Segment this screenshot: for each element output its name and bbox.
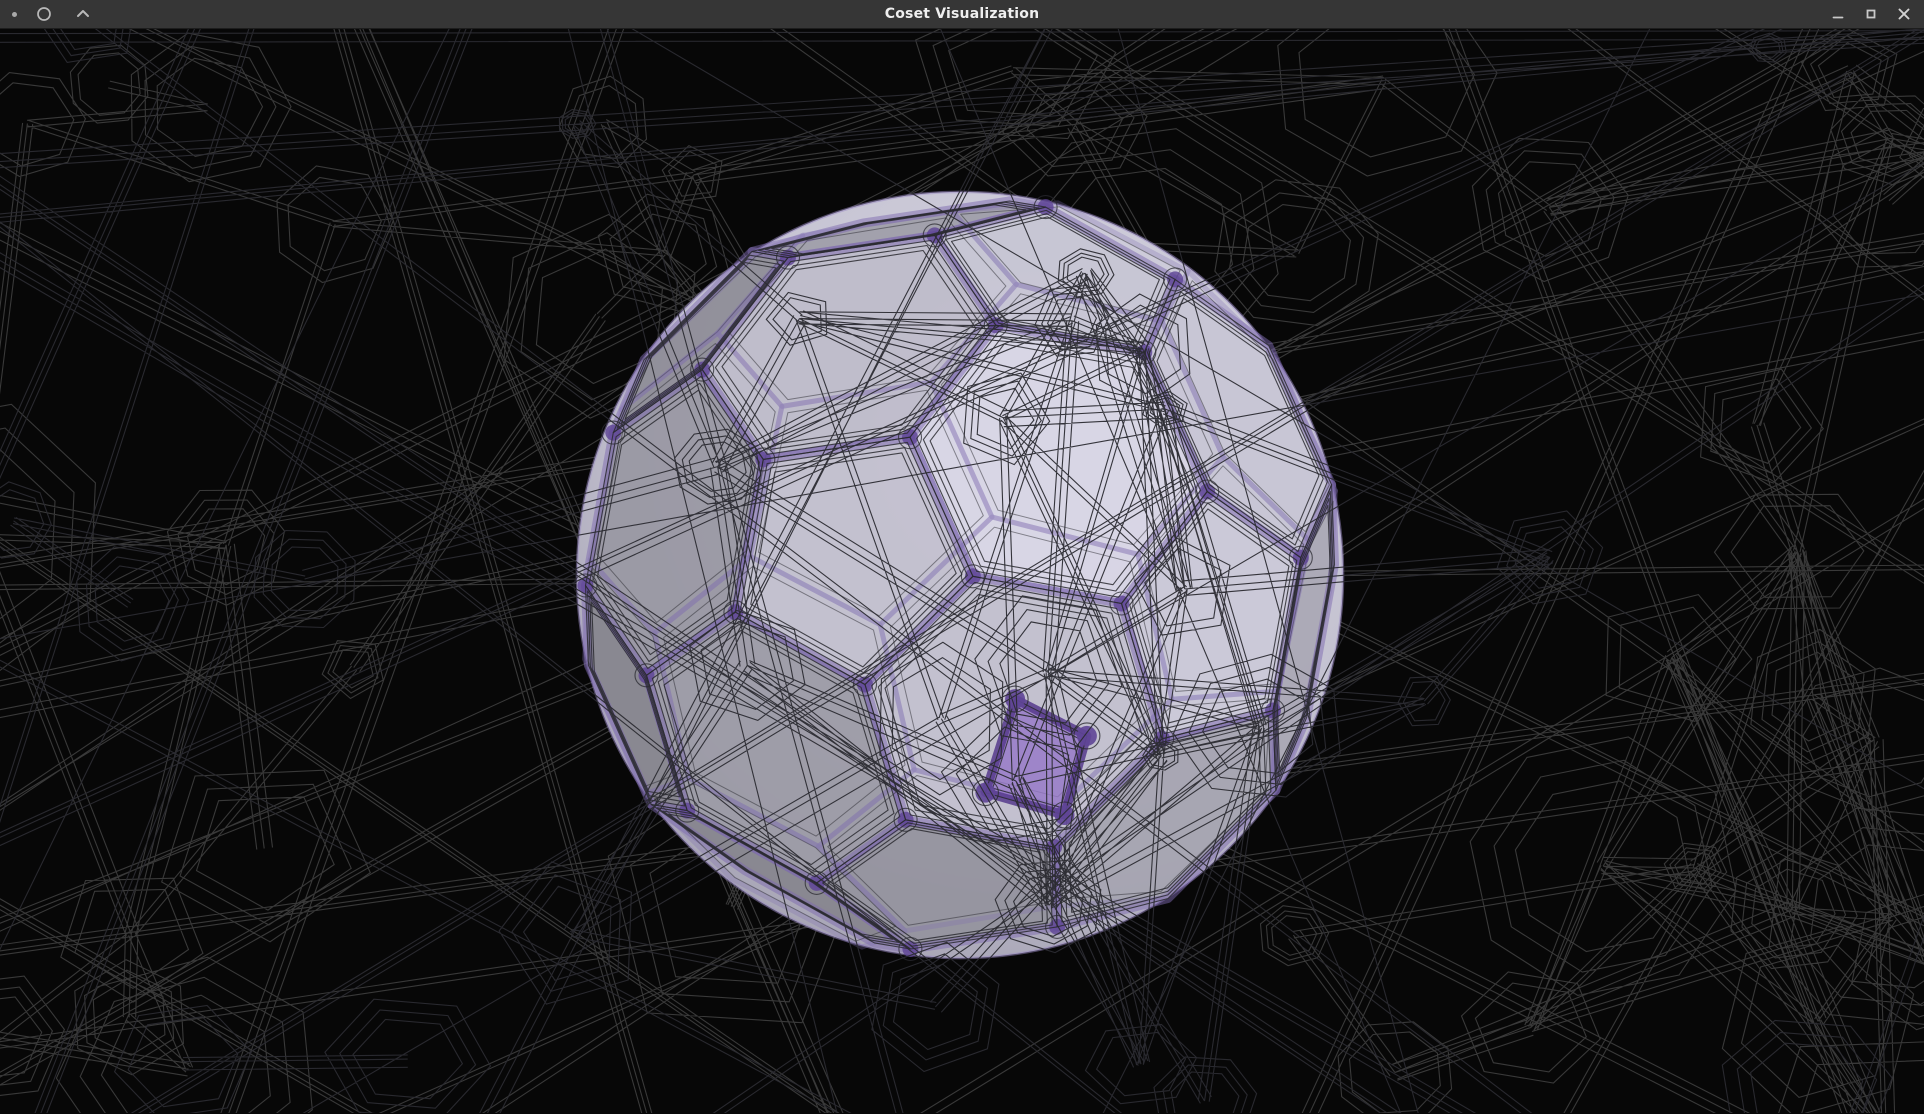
close-button[interactable] bbox=[1892, 2, 1916, 26]
titlebar[interactable]: Coset Visualization bbox=[0, 0, 1924, 29]
circle-outline-icon[interactable] bbox=[32, 2, 56, 26]
app-window: Coset Visualization bbox=[0, 0, 1924, 1114]
window-title: Coset Visualization bbox=[0, 6, 1924, 22]
titlebar-left-icons bbox=[0, 2, 95, 26]
scene-svg bbox=[0, 29, 1924, 1113]
window-controls bbox=[1826, 2, 1924, 26]
dot-icon bbox=[12, 12, 17, 17]
viewport-3d[interactable] bbox=[0, 29, 1924, 1114]
maximize-button[interactable] bbox=[1859, 2, 1883, 26]
chevron-up-icon[interactable] bbox=[71, 2, 95, 26]
minimize-button[interactable] bbox=[1826, 2, 1850, 26]
